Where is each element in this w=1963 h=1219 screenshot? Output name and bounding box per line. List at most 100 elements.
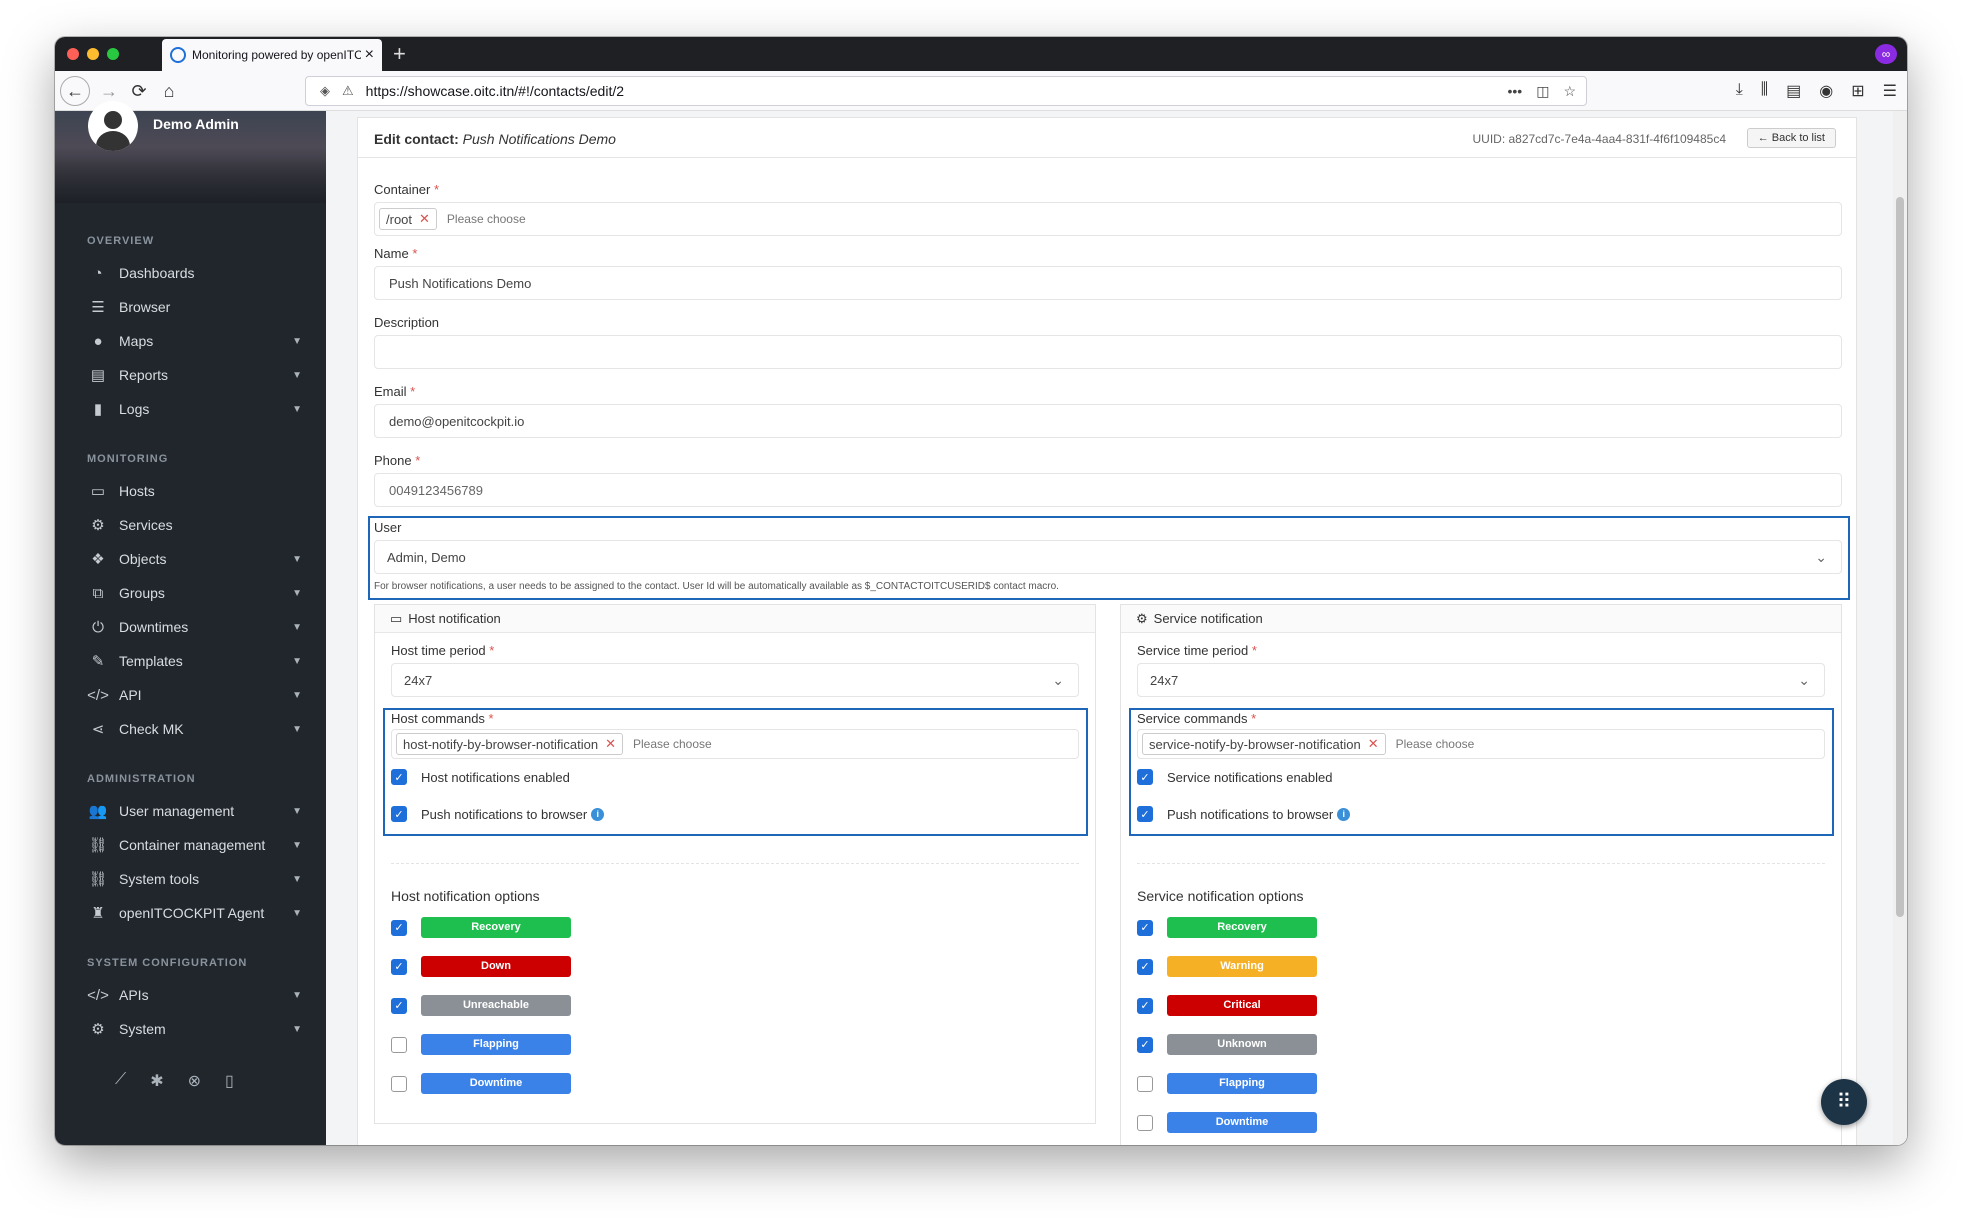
forward-button[interactable]: →: [95, 78, 123, 104]
service-option-warning[interactable]: ✓ Warning: [1137, 956, 1317, 977]
email-field[interactable]: demo@openitcockpit.io: [374, 404, 1842, 438]
host-push-browser-checkbox[interactable]: ✓: [391, 806, 407, 822]
host-option-recovery[interactable]: ✓ Recovery: [391, 917, 571, 938]
sidebar-item-groups[interactable]: ⧉ Groups ▼: [87, 578, 302, 608]
line-chart-icon[interactable]: ⟋: [115, 1071, 126, 1091]
service-time-period-select[interactable]: 24x7 ⌄: [1137, 663, 1825, 697]
pocket-icon[interactable]: ◫: [1536, 83, 1549, 100]
service-commands-select[interactable]: service-notify-by-browser-notification ✕ …: [1137, 729, 1825, 759]
back-button[interactable]: ←: [60, 76, 90, 106]
sidebar-toggle-icon[interactable]: ▤: [1786, 81, 1801, 101]
service-option-checkbox[interactable]: [1137, 1075, 1153, 1092]
more-actions-icon[interactable]: •••: [1507, 83, 1522, 100]
host-time-period-select[interactable]: 24x7 ⌄: [391, 663, 1079, 697]
description-field[interactable]: [374, 335, 1842, 369]
service-notifications-enabled-row[interactable]: ✓ Service notifications enabled: [1137, 769, 1333, 785]
account-icon[interactable]: ◉: [1819, 81, 1833, 101]
service-option-checkbox[interactable]: ✓: [1137, 1036, 1153, 1053]
maximize-window-button[interactable]: [107, 48, 119, 60]
name-field[interactable]: Push Notifications Demo: [374, 266, 1842, 300]
remove-chip-icon[interactable]: ✕: [1368, 736, 1379, 752]
host-option-checkbox[interactable]: ✓: [391, 919, 407, 936]
host-option-unreachable[interactable]: ✓ Unreachable: [391, 995, 571, 1016]
book-icon[interactable]: ▯: [225, 1071, 234, 1091]
host-push-browser-row[interactable]: ✓ Push notifications to browser i: [391, 806, 605, 822]
close-window-button[interactable]: [67, 48, 79, 60]
user-select[interactable]: Admin, Demo ⌄: [374, 540, 1842, 574]
chevron-down-icon: ▼: [292, 907, 302, 919]
host-commands-select[interactable]: host-notify-by-browser-notification ✕ Ple…: [391, 729, 1079, 759]
life-ring-icon[interactable]: ⊗: [188, 1071, 201, 1091]
lock-warning-icon[interactable]: ⚠: [342, 83, 354, 99]
sidebar-item-downtimes[interactable]: ⏻ Downtimes ▼: [87, 612, 302, 642]
service-option-flapping[interactable]: Flapping: [1137, 1073, 1317, 1094]
reload-button[interactable]: ⟳: [125, 78, 153, 104]
remove-chip-icon[interactable]: ✕: [605, 736, 616, 752]
bookmark-star-icon[interactable]: ☆: [1563, 83, 1576, 100]
host-option-checkbox[interactable]: ✓: [391, 958, 407, 975]
service-option-checkbox[interactable]: ✓: [1137, 958, 1153, 975]
service-notifications-enabled-checkbox[interactable]: ✓: [1137, 769, 1153, 785]
sidebar-item-container-management[interactable]: ⛓ Container management ▼: [87, 830, 302, 860]
close-tab-icon[interactable]: ×: [365, 46, 374, 64]
new-tab-button[interactable]: +: [393, 41, 406, 67]
sidebar-item-apis[interactable]: </> APIs ▼: [87, 980, 302, 1010]
service-option-downtime[interactable]: Downtime: [1137, 1112, 1317, 1133]
service-option-checkbox[interactable]: [1137, 1114, 1153, 1131]
service-push-browser-checkbox[interactable]: ✓: [1137, 806, 1153, 822]
sidebar-item-maps[interactable]: ● Maps ▼: [87, 326, 302, 356]
service-option-recovery[interactable]: ✓ Recovery: [1137, 917, 1317, 938]
apps-grid-button[interactable]: ⠿: [1821, 1079, 1867, 1125]
info-icon[interactable]: i: [591, 807, 605, 821]
service-option-unknown[interactable]: ✓ Unknown: [1137, 1034, 1317, 1055]
sidebar-item-templates[interactable]: ✎ Templates ▼: [87, 646, 302, 676]
user-secret-icon: ♜: [91, 905, 105, 922]
url-bar[interactable]: ◈ ⚠ https://showcase.oitc.itn/#!/contact…: [305, 76, 1587, 106]
private-mask-icon[interactable]: ∞: [1875, 44, 1897, 64]
host-option-checkbox[interactable]: [391, 1036, 407, 1053]
back-to-list-button[interactable]: ← Back to list: [1746, 128, 1836, 148]
sidebar-item-agent[interactable]: ♜ openITCOCKPIT Agent ▼: [87, 898, 302, 928]
service-push-browser-row[interactable]: ✓ Push notifications to browser i: [1137, 806, 1351, 822]
browser-tab[interactable]: Monitoring powered by openITC ×: [162, 39, 382, 71]
host-option-down[interactable]: ✓ Down: [391, 956, 571, 977]
sidebar-item-reports[interactable]: ▤ Reports ▼: [87, 360, 302, 390]
shield-icon[interactable]: ◈: [320, 83, 330, 99]
sidebar-item-dashboards[interactable]: ◔ Dashboards: [87, 258, 302, 288]
container-select[interactable]: /root ✕ Please choose: [374, 202, 1842, 236]
sidebar-item-services[interactable]: ⚙ Services: [87, 510, 302, 540]
host-option-flapping[interactable]: Flapping: [391, 1034, 571, 1055]
service-option-checkbox[interactable]: ✓: [1137, 997, 1153, 1014]
home-button[interactable]: ⌂: [155, 78, 183, 104]
scrollbar-thumb[interactable]: [1896, 197, 1904, 917]
host-option-checkbox[interactable]: [391, 1075, 407, 1092]
phone-field[interactable]: 0049123456789: [374, 473, 1842, 507]
user-name[interactable]: Demo Admin: [153, 116, 239, 132]
downloads-icon[interactable]: ⤓: [1736, 81, 1743, 101]
avatar[interactable]: [88, 101, 138, 151]
sidebar-item-system-tools[interactable]: ⛓ System tools ▼: [87, 864, 302, 894]
extensions-icon[interactable]: ⊞: [1851, 81, 1864, 101]
sidebar-item-logs[interactable]: ▮ Logs ▼: [87, 394, 302, 424]
host-notifications-enabled-row[interactable]: ✓ Host notifications enabled: [391, 769, 570, 785]
sidebar-item-api[interactable]: </> API ▼: [87, 680, 302, 710]
library-icon[interactable]: ⫼: [1761, 81, 1768, 101]
host-notifications-enabled-checkbox[interactable]: ✓: [391, 769, 407, 785]
menu-icon[interactable]: ☰: [1883, 81, 1897, 101]
service-option-checkbox[interactable]: ✓: [1137, 919, 1153, 936]
scrollbar[interactable]: [1893, 111, 1907, 1145]
sidebar-item-user-management[interactable]: 👥 User management ▼: [87, 796, 302, 826]
minimize-window-button[interactable]: [87, 48, 99, 60]
remove-chip-icon[interactable]: ✕: [419, 211, 430, 227]
sidebar-item-hosts[interactable]: ▭ Hosts: [87, 476, 302, 506]
sidebar-item-system[interactable]: ⚙ System ▼: [87, 1014, 302, 1044]
bug-icon[interactable]: ✱: [150, 1071, 163, 1091]
service-option-critical[interactable]: ✓ Critical: [1137, 995, 1317, 1016]
host-notification-header: ▭ Host notification: [375, 605, 1095, 633]
sidebar-item-checkmk[interactable]: ⋖ Check MK ▼: [87, 714, 302, 744]
sidebar-item-browser[interactable]: ☰ Browser: [87, 292, 302, 322]
sidebar-item-objects[interactable]: ❖ Objects ▼: [87, 544, 302, 574]
host-option-downtime[interactable]: Downtime: [391, 1073, 571, 1094]
info-icon[interactable]: i: [1337, 807, 1351, 821]
host-option-checkbox[interactable]: ✓: [391, 997, 407, 1014]
